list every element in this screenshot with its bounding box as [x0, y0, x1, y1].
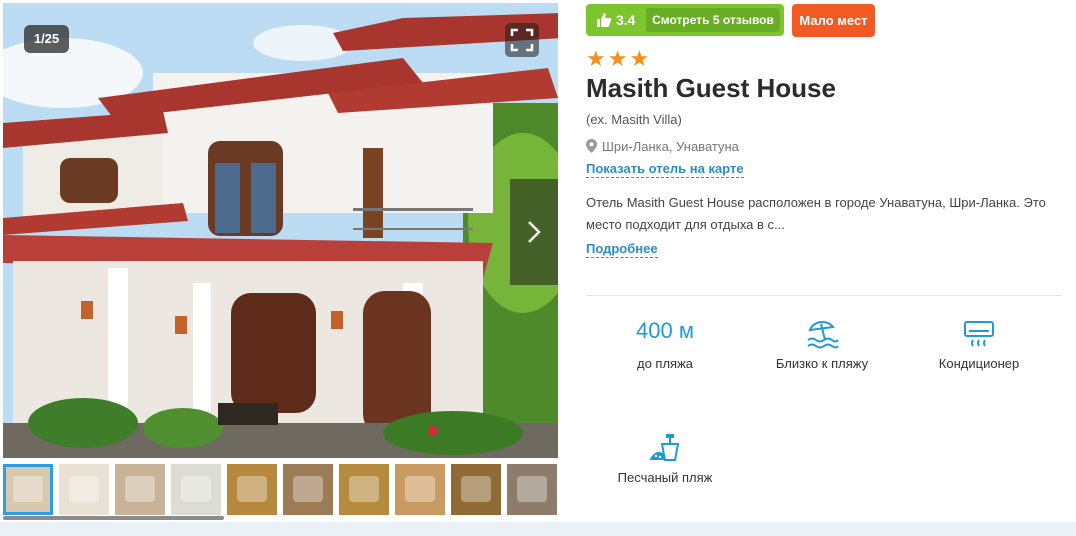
divider — [586, 295, 1062, 296]
thumbnail-lamp-photo[interactable] — [451, 464, 501, 515]
thumbnail-bed-towels-photo[interactable] — [59, 464, 109, 515]
photo-counter: 1/25 — [24, 25, 69, 53]
hotel-location: Шри-Ланка, Унаватуна — [586, 139, 739, 154]
show-on-map-link[interactable]: Показать отель на карте — [586, 161, 744, 178]
bottom-strip — [0, 522, 1076, 536]
next-photo-button[interactable] — [510, 179, 558, 285]
thumbnail-detail — [293, 476, 323, 502]
chevron-right-icon — [528, 221, 541, 243]
thumbnail-scrollbar[interactable] — [3, 516, 224, 520]
feature-close-to-beach: Близко к пляжу — [752, 316, 892, 371]
thumbnail-strip — [3, 461, 558, 520]
fullscreen-button[interactable] — [505, 23, 539, 57]
thumbnail-corridor-photo[interactable] — [395, 464, 445, 515]
thumbnail-bathroom-photo[interactable] — [283, 464, 333, 515]
thumbnail-shower-photo[interactable] — [507, 464, 557, 515]
thumbnail-detail — [461, 476, 491, 502]
thumbnail-sink-photo[interactable] — [115, 464, 165, 515]
feature-label: Близко к пляжу — [775, 356, 869, 371]
beach-distance-value: 400 м — [636, 318, 694, 343]
hotel-stars: ★★★ — [586, 46, 652, 71]
few-places-badge: Мало мест — [792, 4, 875, 37]
thumbnail-detail — [13, 476, 43, 502]
feature-label: Песчаный пляж — [617, 470, 713, 485]
thumbs-up-icon — [597, 13, 612, 27]
fullscreen-icon — [510, 28, 534, 52]
thumbnail-detail — [405, 476, 435, 502]
beach-umbrella-icon — [807, 321, 839, 349]
main-photo[interactable]: 1/25 — [3, 3, 558, 458]
thumbnail-detail — [237, 476, 267, 502]
thumbnail-detail — [69, 476, 99, 502]
sand-bucket-icon — [650, 434, 680, 461]
feature-label: Кондиционер — [938, 356, 1020, 371]
feature-sandy-beach: Песчаный пляж — [595, 430, 735, 485]
air-conditioner-icon — [964, 321, 994, 347]
hotel-name: Masith Guest House — [586, 73, 836, 103]
more-details-link[interactable]: Подробнее — [586, 241, 658, 258]
thumbnail-house-photo[interactable] — [3, 464, 53, 515]
thumbnail-detail — [181, 476, 211, 502]
hotel-description: Отель Masith Guest House расположен в го… — [586, 195, 1046, 232]
thumbnail-detail — [125, 476, 155, 502]
thumbnail-room-photo[interactable] — [227, 464, 277, 515]
rating-badge: 3.4 Смотреть 5 отзывов — [586, 4, 784, 36]
hotel-former-name: (ex. Masith Villa) — [586, 112, 682, 127]
feature-air-conditioner: Кондиционер — [909, 316, 1049, 371]
location-text: Шри-Ланка, Унаватуна — [602, 139, 739, 154]
photo-gallery: 1/25 — [3, 3, 558, 520]
thumbnail-detail — [349, 476, 379, 502]
thumbnail-basin-photo[interactable] — [339, 464, 389, 515]
thumbnail-towels-photo[interactable] — [171, 464, 221, 515]
reviews-button[interactable]: Смотреть 5 отзывов — [646, 8, 780, 32]
rating-value: 3.4 — [616, 12, 636, 28]
feature-label: до пляжа — [636, 356, 694, 371]
location-pin-icon — [586, 139, 597, 153]
thumbnail-detail — [517, 476, 547, 502]
feature-beach-distance: 400 м до пляжа — [595, 316, 735, 371]
